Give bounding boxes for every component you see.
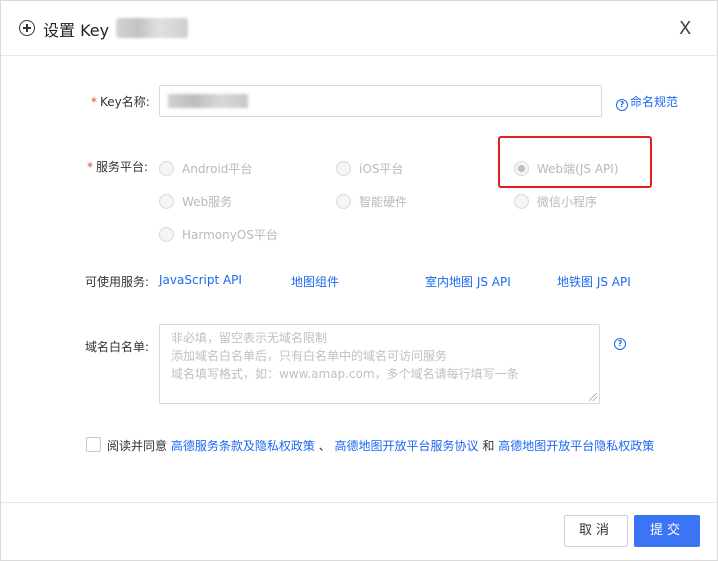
cancel-button[interactable]: 取消: [564, 515, 628, 547]
radio-circle: [159, 194, 174, 209]
terms-privacy-link[interactable]: 高德服务条款及隐私权政策: [171, 439, 315, 453]
radio-circle: [159, 227, 174, 242]
services-label: 可使用服务:: [85, 275, 150, 289]
domain-whitelist-textarea[interactable]: 非必填，留空表示无域名限制 添加域名白名单后，只有白名单中的域名可访问服务 域名…: [159, 324, 600, 404]
highlight-box: [498, 136, 652, 188]
resize-handle-icon[interactable]: [589, 393, 597, 401]
placeholder-line: 添加域名白名单后，只有白名单中的域名可访问服务: [171, 349, 448, 363]
platform-label: * 服务平台:: [87, 160, 149, 174]
naming-rules-link[interactable]: ? 命名规范: [616, 93, 678, 111]
radio-circle: [514, 194, 529, 209]
set-key-dialog: 设置 Key X * Key名称: ? 命名规范 * 服务平台: Android平台 …: [0, 0, 718, 561]
submit-button[interactable]: 提交: [634, 515, 700, 547]
dialog-header: 设置 Key X: [1, 1, 717, 56]
service-indoor-map-link[interactable]: 室内地图 JS API: [425, 273, 511, 290]
radio-circle: [336, 161, 351, 176]
radio-web-service[interactable]: Web服务: [159, 193, 232, 210]
radio-ios[interactable]: iOS平台: [336, 160, 403, 177]
whitelist-help-icon[interactable]: ?: [614, 338, 626, 350]
agreement-checkbox[interactable]: [86, 437, 101, 452]
dialog-footer: 取消 提交: [1, 502, 717, 561]
question-icon: ?: [616, 99, 628, 111]
platform-agreement-link[interactable]: 高德地图开放平台服务协议: [335, 439, 479, 453]
add-circle-icon: [19, 20, 35, 36]
platform-privacy-link[interactable]: 高德地图开放平台隐私权政策: [498, 439, 654, 453]
radio-harmonyos[interactable]: HarmonyOS平台: [159, 226, 278, 243]
radio-wechat-miniprogram[interactable]: 微信小程序: [514, 193, 597, 210]
agreement-text: 阅读并同意 高德服务条款及隐私权政策 、 高德地图开放平台服务协议 和 高德地图…: [107, 439, 655, 453]
radio-circle: [159, 161, 174, 176]
key-name-input[interactable]: [159, 85, 602, 117]
service-subway-map-link[interactable]: 地铁图 JS API: [557, 273, 631, 290]
key-name-label: * Key名称:: [91, 95, 150, 109]
radio-smart-hardware[interactable]: 智能硬件: [336, 193, 407, 210]
close-icon[interactable]: X: [679, 20, 691, 38]
placeholder-line: 非必填，留空表示无域名限制: [171, 331, 328, 345]
whitelist-label: 域名白名单:: [85, 340, 150, 354]
placeholder-line: 域名填写格式，如：www.amap.com，多个域名请每行填写一条: [171, 367, 519, 381]
radio-circle: [336, 194, 351, 209]
redacted-key-value: [168, 94, 248, 108]
radio-android[interactable]: Android平台: [159, 160, 252, 177]
dialog-title: 设置 Key: [43, 21, 110, 40]
service-map-component-link[interactable]: 地图组件: [291, 273, 339, 290]
redacted-key-name: [116, 18, 188, 38]
service-javascript-api-link[interactable]: JavaScript API: [159, 273, 242, 287]
